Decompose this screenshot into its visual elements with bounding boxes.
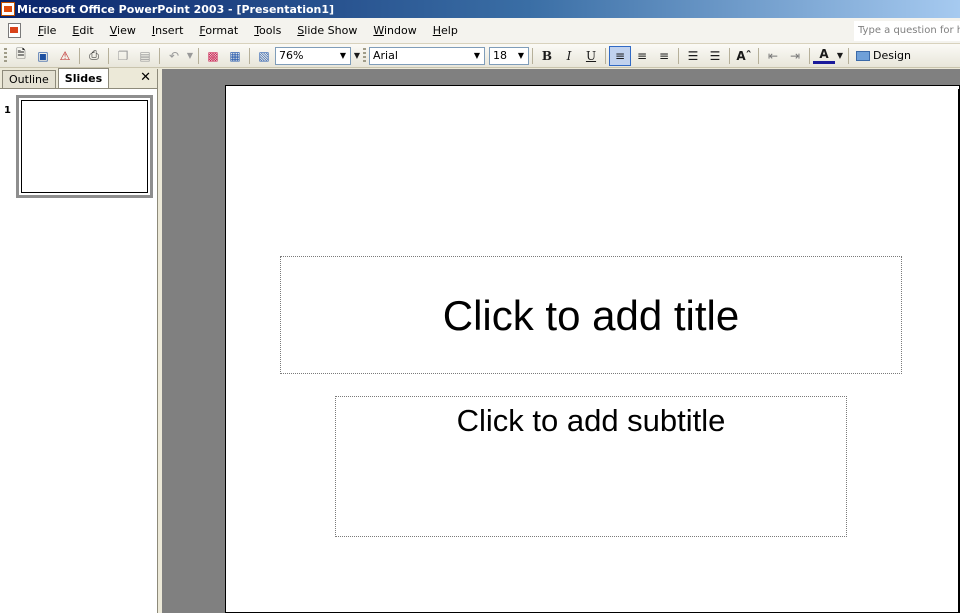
chevron-down-icon[interactable]: ▼ xyxy=(514,48,528,64)
zoom-value: 76% xyxy=(279,49,304,62)
font-color-icon[interactable]: A xyxy=(813,47,835,64)
window-title: Microsoft Office PowerPoint 2003 - [Pres… xyxy=(17,2,335,16)
insert-table-icon[interactable]: ▦ xyxy=(224,46,246,66)
menu-file[interactable]: File xyxy=(30,21,64,41)
standard-formatting-toolbar: 🗎 ▣ ⚠ ⎙ ❐ ▤ ↶ ▼ ▩ ▦ ▧ 76% ▼ ▼ Arial ▼ 18… xyxy=(0,44,960,68)
toolbar-separator xyxy=(532,47,533,64)
numbering-icon[interactable]: ☰ xyxy=(682,46,704,66)
font-select[interactable]: Arial ▼ xyxy=(369,46,485,65)
chevron-down-icon[interactable]: ▼ xyxy=(470,48,484,64)
tab-outline[interactable]: Outline xyxy=(2,70,56,88)
toolbar-grip[interactable] xyxy=(363,47,366,64)
window-title-bar[interactable]: Microsoft Office PowerPoint 2003 - [Pres… xyxy=(0,0,960,18)
slide-thumbnail[interactable] xyxy=(16,95,153,198)
menu-view[interactable]: View xyxy=(102,21,144,41)
menu-edit[interactable]: Edit xyxy=(64,21,101,41)
toolbar-separator xyxy=(79,47,80,64)
slide-editing-area: Click to add title Click to add subtitle xyxy=(162,69,960,613)
font-size-value: 18 xyxy=(493,49,507,62)
toolbar-grip[interactable] xyxy=(4,47,7,64)
permission-icon[interactable]: ⚠ xyxy=(54,46,76,66)
toolbar-separator xyxy=(678,47,679,64)
design-label: Design xyxy=(873,49,911,62)
insert-chart-icon[interactable]: ▩ xyxy=(202,46,224,66)
undo-icon[interactable]: ↶ xyxy=(163,46,185,66)
align-center-icon[interactable]: ≡ xyxy=(631,46,653,66)
menu-bar: File Edit View Insert Format Tools Slide… xyxy=(0,18,960,44)
new-document-icon[interactable]: 🗎 xyxy=(10,46,32,66)
toolbar-separator xyxy=(198,47,199,64)
slide-design-icon xyxy=(856,50,870,61)
increase-indent-icon[interactable]: ⇥ xyxy=(784,46,806,66)
menu-help[interactable]: Help xyxy=(425,21,466,41)
tab-slides[interactable]: Slides xyxy=(57,68,110,88)
align-left-icon[interactable]: ≡ xyxy=(609,45,631,66)
font-value: Arial xyxy=(373,49,398,62)
underline-button[interactable]: U xyxy=(580,46,602,66)
slide-number: 1 xyxy=(4,105,11,116)
decrease-indent-icon[interactable]: ⇤ xyxy=(762,46,784,66)
toolbar-separator xyxy=(108,47,109,64)
font-color-dropdown-icon[interactable]: ▼ xyxy=(835,46,845,66)
print-icon[interactable]: ⎙ xyxy=(83,46,105,66)
paste-icon[interactable]: ▤ xyxy=(134,46,156,66)
toolbar-separator xyxy=(249,47,250,64)
menu-insert[interactable]: Insert xyxy=(144,21,192,41)
title-placeholder[interactable]: Click to add title xyxy=(280,256,902,374)
toolbar-separator xyxy=(758,47,759,64)
undo-dropdown-icon[interactable]: ▼ xyxy=(185,46,195,66)
toolbar-separator xyxy=(809,47,810,64)
document-icon[interactable] xyxy=(6,22,24,40)
ask-question-input[interactable]: Type a question for h xyxy=(854,20,960,41)
zoom-select[interactable]: 76% ▼ xyxy=(275,46,351,65)
powerpoint-app-icon[interactable] xyxy=(1,2,15,16)
pane-tabs: Outline Slides ✕ xyxy=(0,68,157,89)
design-button[interactable]: Design xyxy=(852,46,915,66)
menu-format[interactable]: Format xyxy=(191,21,246,41)
increase-font-size-icon[interactable]: Aˆ xyxy=(733,46,755,66)
toolbar-separator xyxy=(159,47,160,64)
slides-outline-pane: Outline Slides ✕ 1 xyxy=(0,68,158,613)
close-icon[interactable]: ✕ xyxy=(140,70,151,85)
slide-thumbnail-preview xyxy=(21,100,148,193)
bullets-icon[interactable]: ☰ xyxy=(704,46,726,66)
subtitle-placeholder[interactable]: Click to add subtitle xyxy=(335,396,847,537)
italic-button[interactable]: I xyxy=(558,46,580,66)
toolbar-options-icon[interactable]: ▼ xyxy=(351,46,363,66)
menu-window[interactable]: Window xyxy=(365,21,424,41)
toolbar-separator xyxy=(605,47,606,64)
align-right-icon[interactable]: ≡ xyxy=(653,46,675,66)
bold-button[interactable]: B xyxy=(536,46,558,66)
menu-slide-show[interactable]: Slide Show xyxy=(289,21,365,41)
toolbar-separator xyxy=(848,47,849,64)
save-icon[interactable]: ▣ xyxy=(32,46,54,66)
toolbar-separator xyxy=(729,47,730,64)
copy-icon[interactable]: ❐ xyxy=(112,46,134,66)
menu-tools[interactable]: Tools xyxy=(246,21,289,41)
show-grid-icon[interactable]: ▧ xyxy=(253,46,275,66)
chevron-down-icon[interactable]: ▼ xyxy=(336,48,350,64)
font-size-select[interactable]: 18 ▼ xyxy=(489,46,529,65)
slide-canvas[interactable]: Click to add title Click to add subtitle xyxy=(225,85,960,613)
